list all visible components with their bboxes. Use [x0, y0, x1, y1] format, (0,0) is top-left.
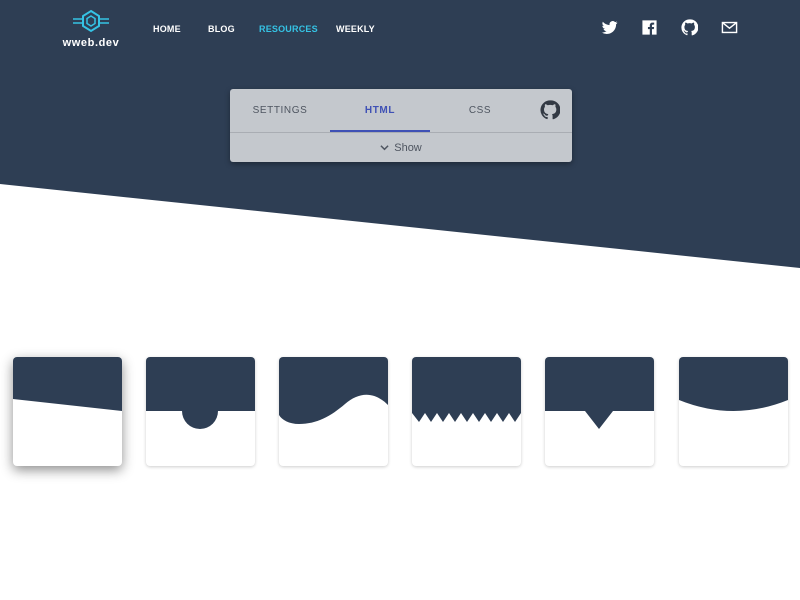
triangle-separator-preview	[545, 357, 654, 429]
separator-card-wave[interactable]	[279, 357, 388, 466]
nav-home[interactable]: HOME	[153, 24, 181, 34]
logo-text: wweb.dev	[62, 37, 120, 49]
twitter-link[interactable]	[601, 19, 618, 36]
page: wweb.dev HOME BLOG RESOURCES WEEKLY SETT…	[0, 0, 800, 600]
facebook-link[interactable]	[641, 19, 658, 36]
github-link[interactable]	[681, 19, 698, 36]
nav-weekly[interactable]: WEEKLY	[336, 24, 375, 34]
site-header: wweb.dev HOME BLOG RESOURCES WEEKLY	[0, 0, 800, 60]
twitter-icon	[601, 21, 618, 35]
code-panel: SETTINGS HTML CSS Show	[230, 89, 572, 162]
mail-link[interactable]	[721, 19, 738, 36]
curve-separator-preview	[679, 357, 788, 411]
wave-separator-preview	[279, 357, 388, 424]
tab-settings[interactable]: SETTINGS	[230, 89, 330, 132]
slant-separator-preview	[13, 357, 122, 411]
half-circle-separator-preview	[146, 357, 255, 429]
nav-blog[interactable]: BLOG	[208, 24, 235, 34]
logo-icon	[73, 9, 109, 33]
github-icon	[540, 100, 560, 120]
logo-link[interactable]: wweb.dev	[58, 8, 124, 52]
active-tab-indicator	[330, 130, 430, 132]
github-icon	[681, 19, 698, 36]
mail-icon	[721, 21, 738, 34]
facebook-icon	[642, 20, 657, 35]
show-label: Show	[394, 141, 422, 154]
tab-css[interactable]: CSS	[430, 89, 530, 132]
chevron-down-icon	[380, 145, 389, 151]
github-button[interactable]	[540, 100, 560, 120]
zigzag-separator-preview	[412, 357, 521, 422]
nav-resources[interactable]: RESOURCES	[259, 24, 318, 34]
separator-card-half-circle[interactable]	[146, 357, 255, 466]
separator-card-triangle[interactable]	[545, 357, 654, 466]
separator-card-curve[interactable]	[679, 357, 788, 466]
separator-card-zigzag[interactable]	[412, 357, 521, 466]
tab-html[interactable]: HTML	[330, 89, 430, 132]
separator-card-slant[interactable]	[13, 357, 122, 466]
show-toggle[interactable]: Show	[230, 133, 572, 162]
